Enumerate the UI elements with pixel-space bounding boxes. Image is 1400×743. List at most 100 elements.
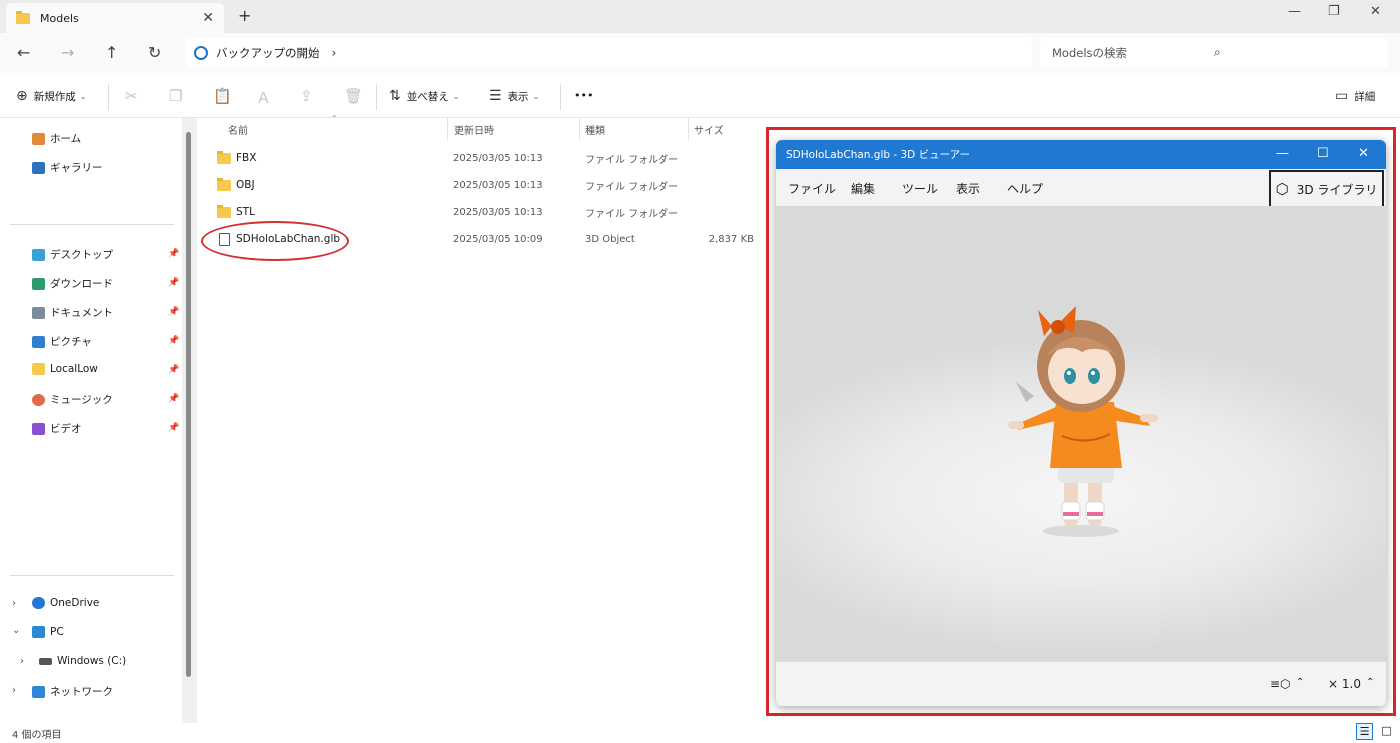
address-bar[interactable]: バックアップの開始 › [186,38,1032,67]
pin-icon[interactable]: 📌 [168,307,179,317]
folder-icon [32,363,45,375]
file-row-fbx[interactable]: FBX 2025/03/05 10:13 ファイル フォルダー [216,145,761,171]
refresh-button[interactable]: ↻ [148,43,161,62]
more-options-button[interactable]: ••• [574,89,593,102]
column-header-size[interactable]: サイズ [694,122,724,137]
menu-tools[interactable]: ツール [902,180,938,197]
folder-icon [217,150,231,164]
file-date: 2025/03/05 10:13 [453,206,543,218]
chevron-down-icon[interactable]: ⌄ [12,625,20,636]
address-row: ← → ↑ ↻ バックアップの開始 › Modelsの検索 ⌕ [0,33,1400,73]
menu-edit[interactable]: 編集 [851,180,875,197]
chevron-up-icon[interactable]: ⌃ [1296,677,1304,688]
viewer-menu-bar: ファイル 編集 ツール 表示 ヘルプ ⬡ 3D ライブラリ [776,169,1386,208]
up-button[interactable]: ↑ [105,43,118,62]
chevron-right-icon[interactable]: › [12,598,16,609]
details-button[interactable]: ▭ 詳細 [1335,88,1375,104]
sidebar-item-music[interactable]: ミュージック [32,392,113,407]
sidebar-item-documents[interactable]: ドキュメント [32,305,113,320]
delete-icon[interactable]: 🗑 [344,87,363,105]
chevron-up-icon[interactable]: ⌃ [1366,677,1374,688]
sort-icon: ⇅ [389,88,401,104]
pin-icon[interactable]: 📌 [168,278,179,288]
tab-models[interactable]: Models ✕ [6,3,224,33]
details-label: 詳細 [1354,90,1376,103]
forward-button[interactable]: → [61,43,74,62]
close-tab-icon[interactable]: ✕ [202,10,214,26]
copy-icon[interactable]: ❐ [169,87,182,105]
menu-help[interactable]: ヘルプ [1007,180,1043,197]
3d-viewport[interactable] [776,206,1386,661]
sidebar-item-downloads[interactable]: ダウンロード [32,276,113,291]
breadcrumb-backup[interactable]: バックアップの開始 [216,45,320,61]
sort-button[interactable]: ⇅ 並べ替え ⌄ [389,88,459,104]
column-header-date[interactable]: 更新日時 [454,122,494,137]
sidebar-item-gallery[interactable]: ギャラリー [32,160,103,175]
search-placeholder: Modelsの検索 [1052,45,1128,60]
search-input[interactable]: Modelsの検索 ⌕ [1040,38,1388,67]
sidebar-item-label: OneDrive [50,597,100,609]
sidebar-item-pc[interactable]: PC [32,626,64,638]
file-type: 3D Object [585,233,635,245]
sidebar-item-label: ミュージック [50,394,113,406]
plus-circle-icon: ⊕ [16,88,28,104]
file-row-obj[interactable]: OBJ 2025/03/05 10:13 ファイル フォルダー [216,172,761,198]
viewer-minimize-button[interactable]: — [1276,146,1289,161]
pin-icon[interactable]: 📌 [168,394,179,404]
download-icon [32,277,45,290]
sidebar-item-label: ダウンロード [50,278,113,290]
menu-file[interactable]: ファイル [788,180,836,197]
column-header-name[interactable]: 名前 [228,122,248,137]
rename-icon[interactable]: Ａ [256,87,271,108]
sidebar-item-home[interactable]: ホーム [32,131,81,146]
sidebar-scrollbar-thumb[interactable] [186,132,191,677]
sidebar-item-windows-c[interactable]: Windows (C:) [39,655,126,667]
divider [108,84,109,110]
details-view-icon[interactable]: ☰ [1356,723,1373,740]
chevron-right-icon[interactable]: › [12,685,16,696]
close-window-button[interactable]: ✕ [1370,4,1381,19]
pictures-icon [32,335,45,348]
viewer-maximize-button[interactable]: ☐ [1317,146,1329,161]
column-divider[interactable] [688,118,689,140]
paste-icon[interactable]: 📋 [213,87,232,105]
pin-icon[interactable]: 📌 [168,423,179,433]
sidebar-item-pictures[interactable]: ピクチャ [32,334,92,349]
viewer-close-button[interactable]: ✕ [1358,146,1369,161]
chevron-right-icon[interactable]: › [20,656,24,667]
minimize-button[interactable]: — [1288,4,1301,19]
cut-icon[interactable]: ✂ [125,87,138,105]
sidebar-item-locallow[interactable]: LocalLow [32,363,98,375]
navigation-pane: ホーム ギャラリー デスクトップ 📌 ダウンロード 📌 ドキュメント 📌 ピクチ… [0,118,182,723]
view-button[interactable]: ☰ 表示 ⌄ [489,88,539,104]
sidebar-item-onedrive[interactable]: OneDrive [32,597,99,609]
divider [10,224,174,225]
environment-cube-icon[interactable]: ≡⬡ [1270,677,1291,691]
tiles-view-icon[interactable]: □ [1378,723,1395,740]
pin-icon[interactable]: 📌 [168,249,179,259]
back-button[interactable]: ← [17,43,30,62]
share-icon[interactable]: ⇪ [300,87,313,105]
sidebar-item-videos[interactable]: ビデオ [32,421,82,436]
sidebar-item-desktop[interactable]: デスクトップ [32,247,113,262]
home-icon [32,132,45,145]
chevron-right-icon[interactable]: › [332,46,337,60]
folder-icon [16,10,30,24]
restore-button[interactable]: ❐ [1328,4,1340,19]
divider [560,84,561,110]
pin-icon[interactable]: 📌 [168,336,179,346]
file-name: STL [236,206,255,218]
column-header-type[interactable]: 種類 [585,122,605,137]
column-divider[interactable] [579,118,580,140]
menu-view[interactable]: 表示 [956,180,980,197]
pin-icon[interactable]: 📌 [168,365,179,375]
music-icon [32,393,45,406]
new-tab-button[interactable]: + [238,6,251,25]
new-button[interactable]: ⊕ 新規作成 ⌄ [16,88,86,104]
3d-library-button[interactable]: ⬡ 3D ライブラリ [1269,170,1384,208]
column-divider[interactable] [447,118,448,140]
chevron-down-icon: ⌄ [532,91,540,101]
viewer-title: SDHoloLabChan.glb - 3D ビューアー [786,149,971,161]
sidebar-item-network[interactable]: ネットワーク [32,684,113,699]
file-name: FBX [236,152,257,164]
